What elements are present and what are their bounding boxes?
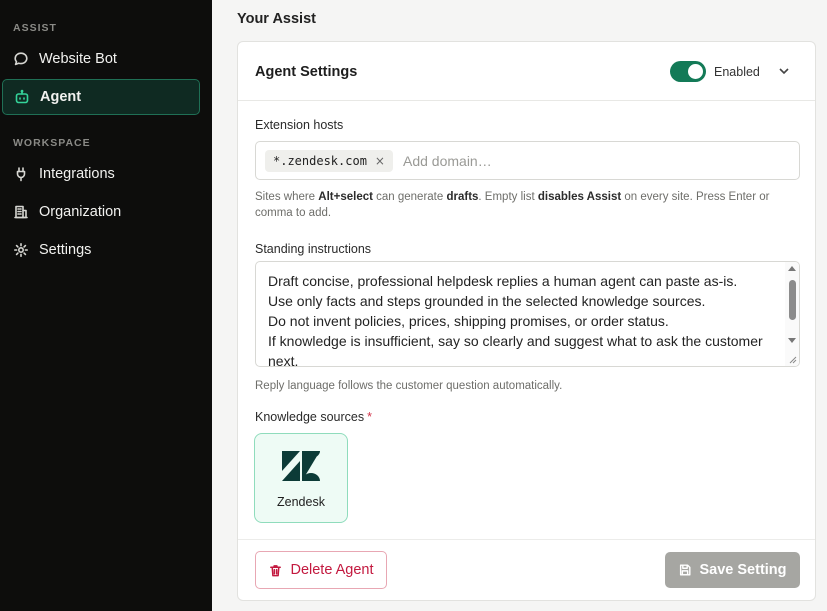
sidebar-item-integrations[interactable]: Integrations — [2, 156, 200, 192]
chat-bubble-icon — [12, 50, 30, 68]
collapse-button[interactable] — [776, 63, 792, 79]
scroll-down-arrow-icon[interactable] — [788, 338, 796, 343]
extension-hosts-label: Extension hosts — [255, 118, 344, 132]
sidebar-item-label: Agent — [40, 89, 82, 105]
remove-chip-icon[interactable]: × — [375, 154, 385, 168]
scroll-up-arrow-icon[interactable] — [788, 266, 796, 271]
card-header: Agent Settings Enabled — [238, 42, 815, 101]
delete-agent-button[interactable]: Delete Agent — [255, 551, 387, 589]
delete-agent-label: Delete Agent — [290, 562, 374, 578]
add-domain-input[interactable] — [403, 151, 783, 171]
sidebar: ASSIST Website Bot Agent WORKSPACE Integ… — [0, 0, 212, 611]
sidebar-item-label: Website Bot — [39, 51, 117, 67]
card-footer-divider — [238, 539, 815, 540]
save-icon — [680, 564, 691, 576]
standing-instructions-text[interactable]: Draft concise, professional helpdesk rep… — [268, 271, 778, 366]
toggle-label: Enabled — [714, 65, 760, 79]
section-label-workspace: WORKSPACE — [13, 137, 91, 149]
zendesk-logo-icon — [282, 451, 320, 481]
standing-instructions-textarea[interactable]: Draft concise, professional helpdesk rep… — [255, 261, 800, 367]
sidebar-item-organization[interactable]: Organization — [2, 194, 200, 230]
gear-icon — [12, 241, 30, 259]
sidebar-item-agent[interactable]: Agent — [2, 79, 200, 115]
textarea-scrollbar[interactable] — [785, 262, 799, 366]
chevron-down-icon — [779, 68, 789, 75]
sidebar-item-label: Integrations — [39, 166, 115, 182]
sidebar-item-label: Organization — [39, 204, 122, 220]
building-icon — [12, 203, 30, 221]
standing-instructions-help: Reply language follows the customer ques… — [255, 380, 563, 392]
plug-icon — [12, 165, 30, 183]
knowledge-sources-label: Knowledge sources * — [255, 410, 372, 424]
enabled-toggle[interactable] — [670, 61, 706, 82]
required-mark: * — [367, 410, 372, 424]
trash-icon — [270, 564, 282, 576]
bot-icon — [13, 88, 31, 106]
sidebar-item-website-bot[interactable]: Website Bot — [2, 41, 200, 77]
extension-hosts-help: Sites where Alt+select can generate draf… — [255, 191, 770, 219]
sidebar-item-settings[interactable]: Settings — [2, 232, 200, 268]
extension-hosts-field[interactable]: *.zendesk.com × — [255, 141, 800, 180]
resize-handle-icon[interactable] — [788, 355, 797, 364]
scroll-thumb[interactable] — [789, 280, 796, 320]
sidebar-item-label: Settings — [39, 242, 92, 258]
knowledge-source-name: Zendesk — [277, 495, 325, 509]
card-title: Agent Settings — [255, 64, 358, 80]
knowledge-source-zendesk[interactable]: Zendesk — [254, 433, 348, 523]
standing-instructions-label: Standing instructions — [255, 242, 372, 256]
toggle-knob — [688, 64, 703, 79]
section-label-assist: ASSIST — [13, 22, 57, 34]
save-setting-button[interactable]: Save Setting — [665, 552, 800, 588]
domain-chip: *.zendesk.com × — [265, 150, 393, 172]
agent-settings-card: Agent Settings Enabled Extension hosts *… — [237, 41, 816, 601]
save-setting-label: Save Setting — [699, 562, 787, 578]
domain-chip-text: *.zendesk.com — [273, 154, 367, 168]
page-title: Your Assist — [237, 11, 316, 27]
